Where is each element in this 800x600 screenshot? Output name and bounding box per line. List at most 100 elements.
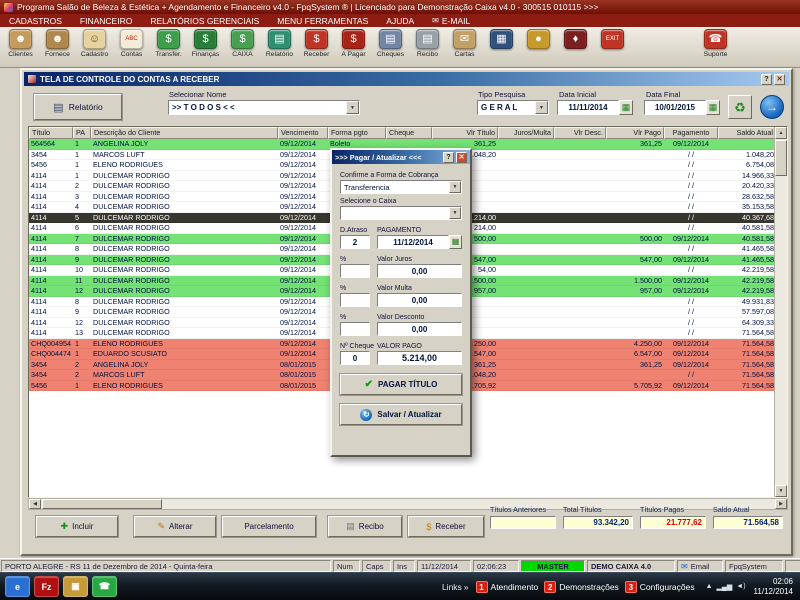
cell-vlr-pago — [606, 223, 664, 233]
window-help-button[interactable]: ? — [761, 74, 772, 85]
cell-pa: 1 — [73, 339, 91, 349]
links-toolbar[interactable]: Links » — [442, 582, 469, 592]
desconto-percent-field[interactable] — [340, 322, 370, 336]
menu-item-relatorios-gerenciais[interactable]: RELATÓRIOS GERENCIAIS — [141, 14, 268, 27]
column-header-saldo-atual[interactable]: Saldo Atual — [718, 127, 776, 139]
window-title-bar[interactable]: TELA DE CONTROLE DO CONTAS A RECEBER ? ✕ — [24, 72, 789, 86]
column-header-cheque[interactable]: Cheque — [386, 127, 432, 139]
toolbar-button-fornecedores[interactable]: ☻Fornece — [42, 29, 73, 59]
toolbar-button-moedas[interactable]: ● — [523, 29, 554, 59]
selecione-caixa-select[interactable]: ▼ — [340, 206, 462, 220]
menu-item-financeiro[interactable]: FINANCEIRO — [71, 14, 141, 27]
calendar-icon[interactable]: ▦ — [619, 100, 633, 115]
toolbar-button-sair[interactable]: EXIT — [597, 29, 628, 59]
toolbar-button-financas[interactable]: $Finanças — [190, 29, 221, 59]
relatorio-button[interactable]: ▤ Relatório — [34, 94, 122, 120]
filezilla-app-icon[interactable]: Fz — [34, 576, 59, 597]
calendar-icon[interactable]: ▦ — [706, 100, 720, 115]
dialog-close-button[interactable]: ✕ — [456, 152, 467, 163]
menu-item-cadastros[interactable]: CADASTROS — [0, 14, 71, 27]
valor-desconto-field[interactable]: 0,00 — [377, 322, 462, 336]
toolbar-button-cadastro[interactable]: ☺Cadastro — [79, 29, 110, 59]
menu-item-e-mail[interactable]: ✉E-MAIL — [423, 14, 479, 27]
pagamento-date-field[interactable]: 11/12/2014 — [377, 235, 449, 249]
phone-app-icon[interactable]: ☎ — [92, 576, 117, 597]
chevron-down-icon[interactable]: ▼ — [449, 181, 461, 193]
multa-percent-field[interactable] — [340, 293, 370, 307]
column-header-vencimento[interactable]: Vencimento — [278, 127, 328, 139]
vertical-scrollbar[interactable]: ▲ ▼ — [774, 127, 787, 497]
horizontal-scroll-thumb[interactable] — [42, 499, 162, 509]
chevron-down-icon[interactable]: ▼ — [535, 101, 548, 114]
taskbar-clock[interactable]: 02:06 11/12/2014 — [754, 577, 793, 597]
toolbar-button-contas[interactable]: ABCContas — [116, 29, 147, 59]
column-header-vlr-titulo[interactable]: Vlr Título — [432, 127, 498, 139]
valor-multa-field[interactable]: 0,00 — [377, 293, 462, 307]
toolbar-button-suporte[interactable]: ☎Suporte — [700, 29, 731, 59]
toolbar-button-transferencias[interactable]: $Transfer. — [153, 29, 184, 59]
pagar-titulo-button[interactable]: ✔ PAGAR TÍTULO — [340, 374, 462, 395]
tipo-pesquisa-select[interactable]: G E R A L ▼ — [477, 100, 549, 115]
app-title-bar[interactable]: Programa Salão de Beleza & Estética + Ag… — [0, 0, 800, 14]
column-header-descricao-do-cliente[interactable]: Descrição do Cliente — [91, 127, 278, 139]
toolbar-button-receber[interactable]: $Receber — [301, 29, 332, 59]
column-header-juros-multa[interactable]: Juros/Multa — [498, 127, 554, 139]
menu-item-ajuda[interactable]: AJUDA — [377, 14, 423, 27]
chevron-down-icon[interactable]: ▼ — [346, 101, 359, 114]
toolbar-button-calculadora[interactable]: ▦ — [486, 29, 517, 59]
toolbar-button-relatorio[interactable]: ▤Relatório — [264, 29, 295, 59]
chevron-down-icon[interactable]: ▼ — [449, 207, 461, 219]
taskbar-shortcut-demonstracoes[interactable]: 2Demonstrações — [541, 581, 622, 593]
toolbar-button-caixa[interactable]: $CAIXA — [227, 29, 258, 59]
salvar-atualizar-button[interactable]: ↻ Salvar / Atualizar — [340, 404, 462, 425]
button-recibo[interactable]: ▤Recibo — [328, 516, 402, 537]
network-icon[interactable]: ▂▄▆ — [717, 583, 733, 591]
calendar-icon[interactable]: ▦ — [449, 235, 462, 249]
valor-pago-field[interactable]: 5.214,00 — [377, 351, 462, 365]
column-header-pagamento[interactable]: Pagamento — [664, 127, 718, 139]
column-header-vlr-pago[interactable]: Vlr Pago — [606, 127, 664, 139]
column-header-vlr-desc[interactable]: Vlr Desc. — [554, 127, 606, 139]
taskbar-shortcut-atendimento[interactable]: 1Atendimento — [473, 581, 542, 593]
column-header-forma-pgto[interactable]: Forma pgto — [328, 127, 386, 139]
dialog-help-button[interactable]: ? — [443, 152, 454, 163]
toolbar-button-a-pagar[interactable]: $A Pagar — [338, 29, 369, 59]
menu-item-menu-ferramentas[interactable]: MENU FERRAMENTAS — [268, 14, 377, 27]
scroll-down-icon[interactable]: ▼ — [775, 485, 787, 497]
vertical-scroll-thumb[interactable] — [775, 140, 787, 176]
toolbar-button-cheques[interactable]: ▤Cheques — [375, 29, 406, 59]
window-close-button[interactable]: ✕ — [774, 74, 785, 85]
button-parcelamento[interactable]: Parcelamento — [222, 516, 316, 537]
volume-icon[interactable]: ◄) — [736, 583, 745, 590]
scroll-left-icon[interactable]: ◀ — [29, 499, 41, 509]
dialog-title-bar[interactable]: >>> Pagar / Atualizar <<< ? ✕ — [332, 150, 470, 164]
transfer-money-icon: $ — [157, 29, 180, 49]
expand-tray-icon[interactable]: ▲ — [706, 583, 713, 590]
atraso-field[interactable]: 2 — [340, 235, 370, 249]
shortcut-number-badge: 1 — [476, 581, 488, 593]
valor-juros-field[interactable]: 0,00 — [377, 264, 462, 278]
button-alterar[interactable]: ✎Alterar — [134, 516, 216, 537]
taskbar-shortcut-configuracoes[interactable]: 3Configurações — [622, 581, 698, 593]
numero-cheque-field[interactable]: 0 — [340, 351, 370, 365]
toolbar-button-recibo[interactable]: ▤Recibo — [412, 29, 443, 59]
scroll-up-icon[interactable]: ▲ — [775, 127, 787, 139]
folder-app-icon[interactable]: ▣ — [63, 576, 88, 597]
toolbar-button-cartoes[interactable]: ♦ — [560, 29, 591, 59]
data-inicial-field[interactable]: 11/11/2014 — [557, 100, 619, 115]
browser-app-icon[interactable]: e — [5, 576, 30, 597]
button-receber[interactable]: $Receber — [408, 516, 484, 537]
toolbar-button-cartas[interactable]: ✉Cartas — [449, 29, 480, 59]
juros-percent-field[interactable] — [340, 264, 370, 278]
toolbar-button-clientes[interactable]: ☻Clientes — [5, 29, 36, 59]
selecionar-nome-select[interactable]: >> T O D O S < < ▼ — [168, 100, 360, 115]
button-incluir[interactable]: ✚Incluir — [36, 516, 118, 537]
forma-cobranca-select[interactable]: Transferencia ▼ — [340, 180, 462, 194]
forma-cobranca-label: Confirme a Forma de Cobrança — [340, 172, 462, 179]
refresh-button[interactable]: ♻ — [728, 95, 752, 119]
column-header-pa[interactable]: PA — [73, 127, 91, 139]
cell-vencimento: 09/12/2014 — [278, 160, 328, 170]
data-final-field[interactable]: 10/01/2015 — [644, 100, 706, 115]
column-header-titulo[interactable]: Título — [29, 127, 73, 139]
search-go-button[interactable]: → — [760, 95, 784, 119]
